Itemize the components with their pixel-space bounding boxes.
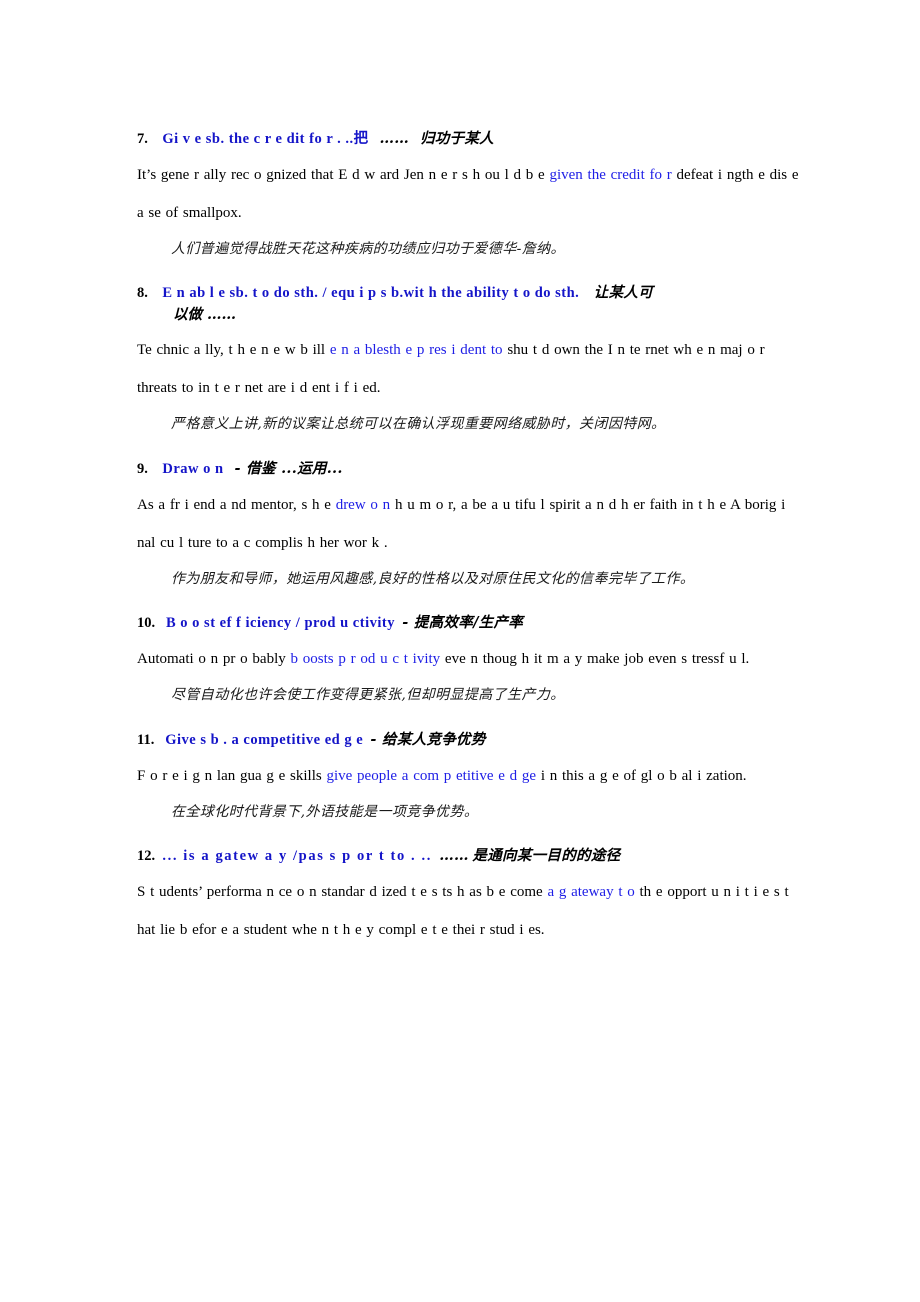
example-highlight-1: give people a com p etitive e d ge — [326, 767, 537, 784]
entry-9: 9. Draw o n - 借鉴 ...运用... As a fr i end … — [137, 458, 802, 590]
entry-phrase-english: E n ab l e sb. t o do sth. / equ i p s b… — [162, 285, 580, 302]
example-text-pre: Automati o n pr o bably — [137, 651, 291, 668]
example-highlight-1: e n a blesth e p res i dent to — [329, 342, 503, 359]
translation-chinese: 人们普遍觉得战胜天花这种疾病的功绩应归功于爱德华-詹纳。 — [171, 241, 565, 258]
entry-heading: 11. Give s b . a competitive ed g e - 给某… — [137, 729, 802, 751]
document-page: 7. Gi v e sb. the c r e dit fo r . ..把 …… — [0, 0, 920, 1302]
example-sentence: Te chnic a lly, t h e n e w b ill e n a … — [137, 331, 802, 407]
entry-phrase-english: ... is a gatew a y /pas s p or t to . .. — [162, 848, 432, 865]
entry-heading: 12. ... is a gatew a y /pas s p or t to … — [137, 845, 802, 867]
entry-heading: 7. Gi v e sb. the c r e dit fo r . ..把 …… — [137, 128, 802, 150]
example-highlight-1: b oosts — [290, 651, 334, 668]
entry-11: 11. Give s b . a competitive ed g e - 给某… — [137, 729, 802, 823]
entry-number: 9. — [137, 460, 148, 477]
example-text-post: eve n thoug h it m a y make job even s t… — [440, 651, 750, 668]
entry-phrase-english: Draw o n — [162, 460, 224, 477]
example-sentence: Automati o n pr o bably b oosts p r od u… — [137, 640, 802, 678]
example-text-pre: F o r e i g n lan gua g e skills — [137, 767, 327, 784]
entry-phrase-chinese: 是通向某一目的的途径 — [472, 847, 621, 865]
example-text-pre: S t udents’ performa n ce o n standar d … — [137, 884, 548, 901]
example-highlight-1: drew o n — [335, 496, 391, 513]
entry-ellipsis: …… — [379, 130, 410, 147]
entry-phrase-chinese: 归功于某人 — [419, 130, 494, 147]
translation-chinese: 严格意义上讲,新的议案让总统可以在确认浮现重要网络威胁时，关闭因特网。 — [171, 416, 666, 433]
entry-12: 12. ... is a gatew a y /pas s p or t to … — [137, 845, 802, 949]
translation-chinese: 在全球化时代背景下,外语技能是一项竞争优势。 — [171, 803, 479, 820]
entry-phrase-english: Gi v e sb. the c r e dit fo r . ..把 — [162, 131, 369, 147]
example-text-pre: Te chnic a lly, t h e n e w b ill — [137, 342, 330, 359]
entry-8: 8. E n ab l e sb. t o do sth. / equ i p … — [137, 282, 802, 435]
entry-phrase-chinese: - 借鉴 ...运用... — [234, 459, 343, 477]
entry-number: 11. — [137, 731, 155, 748]
entry-ellipsis: …… — [439, 847, 469, 865]
translation-chinese: 尽管自动化也许会使工作变得更紧张,但却明显提高了生产力。 — [171, 687, 565, 704]
entry-phrase-chinese: 让某人可 — [593, 284, 653, 302]
example-text-post: i n this a g e of gl o b al i zation. — [536, 767, 747, 784]
example-sentence: S t udents’ performa n ce o n standar d … — [137, 873, 802, 949]
example-highlight-1: a g ateway t o — [547, 884, 635, 901]
example-sentence: It’s gene r ally rec o gnized that E d w… — [137, 156, 802, 232]
entry-phrase-chinese: - 给某人竞争优势 — [370, 730, 486, 748]
example-highlight-1: given — [549, 167, 583, 184]
translation-chinese: 作为朋友和导师，她运用风趣感,良好的性格以及对原住民文化的信奉完毕了工作。 — [171, 570, 695, 587]
example-highlight-2: the credit fo r — [587, 167, 672, 184]
entry-heading: 10. B o o st ef f iciency / prod u ctivi… — [137, 612, 802, 634]
entry-number: 10. — [137, 615, 156, 632]
entry-number: 7. — [137, 131, 148, 147]
entry-phrase-chinese: - 提高效率/生产率 — [402, 614, 524, 632]
entry-phrase-english: Give s b . a competitive ed g e — [165, 731, 364, 748]
entry-number: 8. — [137, 285, 148, 302]
entry-phrase-english: B o o st ef f iciency / prod u ctivity — [166, 615, 395, 632]
entry-heading: 8. E n ab l e sb. t o do sth. / equ i p … — [137, 282, 802, 325]
entry-heading: 9. Draw o n - 借鉴 ...运用... — [137, 458, 802, 480]
entry-number: 12. — [137, 848, 156, 865]
example-text-pre: It’s gene r ally rec o gnized that E d w… — [137, 167, 550, 184]
example-highlight-2: p r od u c t ivity — [338, 651, 441, 668]
entry-10: 10. B o o st ef f iciency / prod u ctivi… — [137, 612, 802, 706]
example-sentence: F o r e i g n lan gua g e skills give pe… — [137, 757, 802, 795]
example-sentence: As a fr i end a nd mentor, s h e drew o … — [137, 486, 802, 562]
entry-heading-continuation: 以做 …… — [173, 306, 237, 324]
entry-7: 7. Gi v e sb. the c r e dit fo r . ..把 …… — [137, 128, 802, 260]
example-text-pre: As a fr i end a nd mentor, s h e — [137, 496, 336, 513]
